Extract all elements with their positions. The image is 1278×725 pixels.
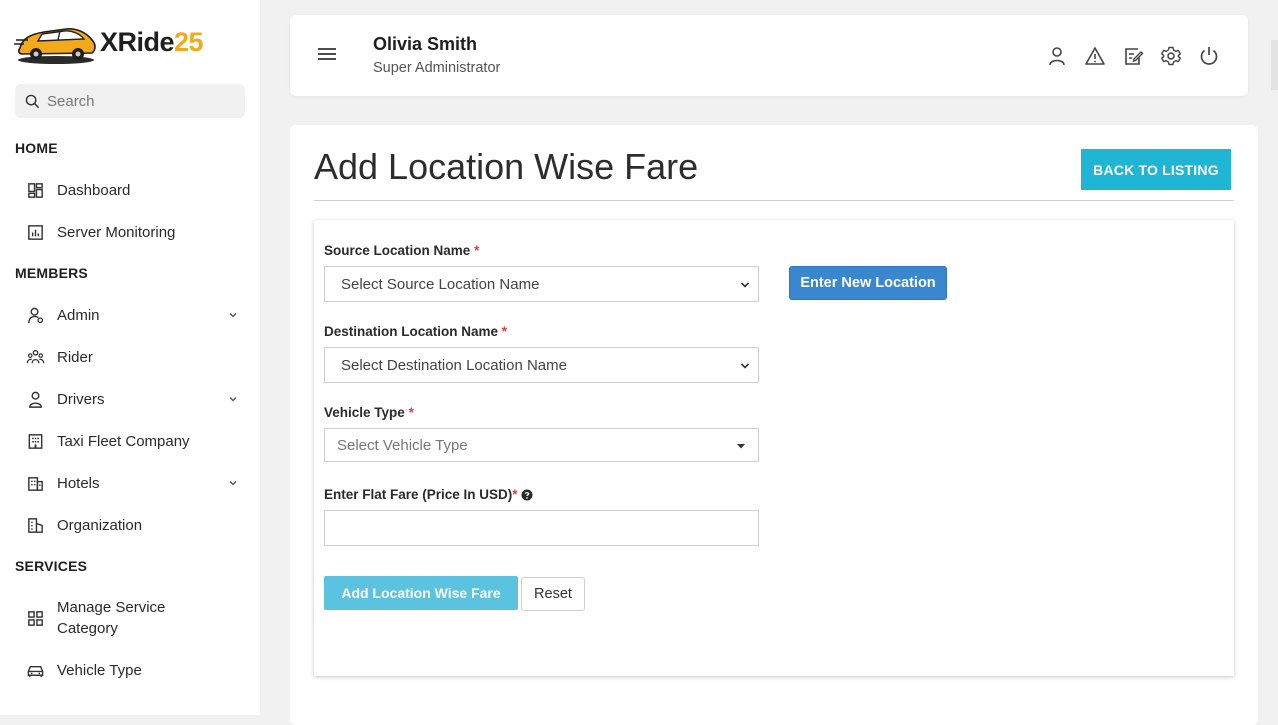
chevron-down-icon: [740, 363, 750, 369]
settings-icon: [1161, 46, 1181, 66]
users-icon: [26, 349, 44, 363]
nav-section-members: MEMBERS: [15, 265, 88, 281]
flat-fare-input[interactable]: [324, 510, 759, 546]
sidebar-item-rider[interactable]: Rider: [15, 342, 245, 372]
sidebar-item-label: Taxi Fleet Company: [57, 432, 190, 450]
destination-location-value: Select Destination Location Name: [341, 356, 567, 374]
back-to-listing-button[interactable]: BACK TO LISTING: [1081, 149, 1231, 190]
driver-icon: [28, 391, 42, 408]
vehicle-type-select[interactable]: Select Vehicle Type: [324, 428, 759, 462]
scrollbar[interactable]: [1271, 40, 1278, 90]
nav-section-services: SERVICES: [15, 558, 88, 574]
alert-icon: [1085, 47, 1105, 65]
fare-form: Source Location Name * Select Source Loc…: [314, 220, 1234, 676]
grid-icon: [27, 610, 43, 626]
sidebar-item-vehicle-type[interactable]: Vehicle Type: [15, 655, 245, 685]
building-icon: [28, 433, 42, 449]
sidebar-item-label: Admin: [57, 306, 100, 324]
search-icon: [25, 94, 40, 108]
sidebar-item-label: Organization: [57, 516, 143, 534]
vehicle-type-value: Select Vehicle Type: [337, 436, 468, 454]
page-title: Add Location Wise Fare: [314, 146, 699, 187]
sidebar-item-taxi-fleet-company[interactable]: Taxi Fleet Company: [15, 426, 245, 456]
flat-fare-label: Enter Flat Fare (Price In USD)*: [324, 487, 533, 504]
car-icon: [27, 665, 43, 677]
reset-button[interactable]: Reset: [521, 577, 585, 611]
sidebar-item-drivers[interactable]: Drivers: [15, 384, 245, 414]
caret-down-icon: [737, 444, 745, 449]
settings-button[interactable]: [1160, 45, 1182, 67]
search-box[interactable]: [15, 84, 245, 118]
logout-button[interactable]: [1198, 45, 1220, 67]
car-logo-icon: [14, 28, 96, 64]
chevron-down-icon[interactable]: [227, 309, 239, 321]
sidebar-item-label: Hotels: [57, 474, 100, 492]
edit-icon: [1125, 48, 1144, 65]
sidebar: XRide25 HOME Dashboard Server Monitoring…: [0, 0, 260, 715]
source-location-select[interactable]: Select Source Location Name: [324, 266, 759, 302]
chevron-down-icon[interactable]: [227, 393, 239, 405]
sidebar-item-label: Dashboard: [57, 181, 131, 199]
user-role: Super Administrator: [373, 60, 501, 76]
help-icon[interactable]: [521, 489, 533, 501]
sidebar-item-organization[interactable]: Organization: [15, 510, 245, 540]
power-icon: [1200, 47, 1218, 65]
divider: [314, 200, 1234, 201]
vehicle-type-label: Vehicle Type *: [324, 405, 414, 420]
menu-icon[interactable]: [318, 47, 336, 61]
sidebar-item-admin[interactable]: Admin: [15, 300, 245, 330]
alerts-button[interactable]: [1084, 45, 1106, 67]
source-location-label: Source Location Name *: [324, 243, 480, 258]
organization-icon: [27, 517, 43, 533]
profile-icon: [1049, 47, 1065, 66]
user-name: Olivia Smith: [373, 34, 478, 54]
sidebar-item-manage-service-category[interactable]: Manage Service Category: [15, 596, 245, 640]
brand-logo[interactable]: XRide25: [14, 18, 204, 66]
header-actions: [1046, 45, 1220, 67]
source-location-value: Select Source Location Name: [341, 275, 540, 293]
enter-new-location-button[interactable]: Enter New Location: [789, 266, 947, 300]
nav-section-home: HOME: [15, 140, 58, 156]
admin-icon: [27, 307, 43, 323]
profile-button[interactable]: [1046, 45, 1068, 67]
chevron-down-icon[interactable]: [227, 477, 239, 489]
dashboard-icon: [27, 182, 43, 198]
sidebar-item-label: Manage Service Category: [57, 599, 166, 637]
chart-icon: [27, 224, 43, 240]
top-header: Olivia Smith Super Administrator: [290, 15, 1248, 96]
sidebar-item-dashboard[interactable]: Dashboard: [15, 175, 245, 205]
main-content: Add Location Wise Fare BACK TO LISTING S…: [290, 125, 1258, 725]
sidebar-item-label: Server Monitoring: [57, 223, 176, 241]
add-location-wise-fare-button[interactable]: Add Location Wise Fare: [324, 576, 518, 610]
destination-location-select[interactable]: Select Destination Location Name: [324, 347, 759, 383]
search-input[interactable]: [47, 92, 227, 110]
destination-location-label: Destination Location Name *: [324, 324, 508, 339]
sidebar-item-hotels[interactable]: Hotels: [15, 468, 245, 498]
sidebar-item-label: Vehicle Type: [57, 661, 142, 679]
edit-button[interactable]: [1122, 45, 1144, 67]
sidebar-item-label: Drivers: [57, 390, 105, 408]
hotel-icon: [27, 476, 43, 491]
sidebar-item-label: Rider: [57, 348, 93, 366]
brand-name: XRide25: [100, 26, 204, 57]
sidebar-item-server-monitoring[interactable]: Server Monitoring: [15, 217, 245, 247]
chevron-down-icon: [740, 282, 750, 288]
